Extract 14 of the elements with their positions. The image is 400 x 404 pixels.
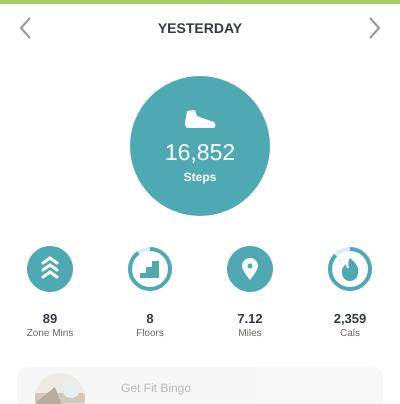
steps-circle[interactable]: 16,852 Steps [130,76,270,216]
challenge-card[interactable]: Get Fit Bingo [17,367,383,404]
steps-label: Steps [184,170,216,184]
stat-value: 8 [146,311,154,326]
stat-label: Miles [238,328,262,339]
steps-value: 16,852 [164,138,236,166]
stat-value: 89 [42,311,58,326]
stat-label: Cals [340,328,360,339]
day-title: YESTERDAY [158,20,242,36]
stat-label: Floors [136,328,164,339]
stat-value: 2,359 [334,311,366,326]
stat-label: Zone Mins [26,328,74,339]
stat-value: 7.12 [237,311,263,326]
challenge-title: Get Fit Bingo [121,381,192,395]
